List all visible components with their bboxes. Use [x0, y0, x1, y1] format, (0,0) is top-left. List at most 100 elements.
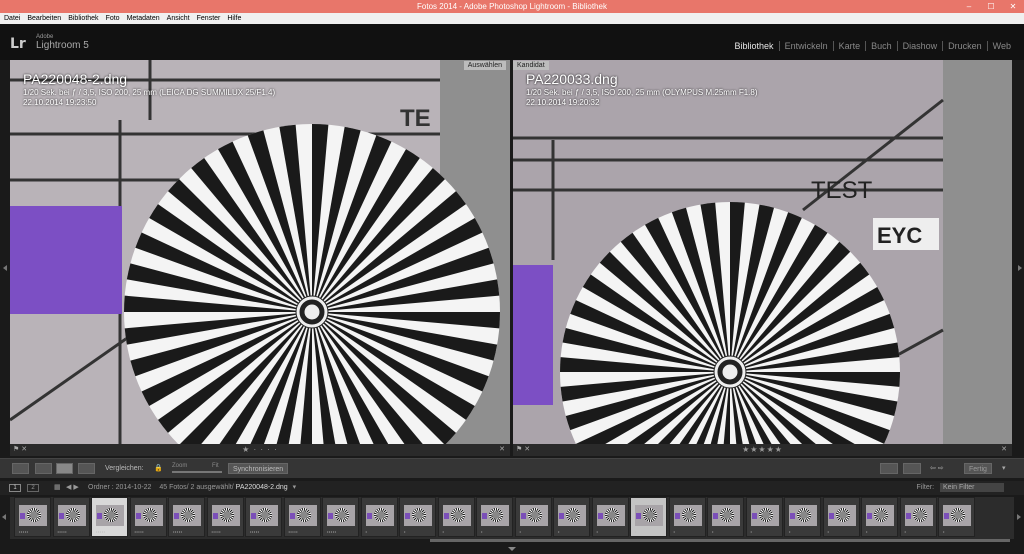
done-button[interactable]: Fertig	[964, 463, 992, 474]
filmstrip-thumbnail[interactable]: •	[668, 497, 706, 537]
filmstrip-thumbnail[interactable]: •	[514, 497, 552, 537]
filmstrip-thumbnail[interactable]: •	[707, 497, 744, 537]
filmstrip-right-arrow-icon[interactable]	[1017, 514, 1021, 520]
thumbnail-rating: •••••	[327, 529, 337, 534]
thumbnail-image	[481, 505, 509, 526]
lock-icon[interactable]: 🔒	[154, 463, 163, 474]
thumbnail-image	[57, 505, 86, 526]
close-icon[interactable]: ✕	[499, 445, 505, 453]
select-pane-footer: ⚑ ✕ ★ · · · · ✕	[10, 444, 510, 456]
monitor-1-button[interactable]: 1	[9, 484, 21, 492]
filmstrip-thumbnail[interactable]: •••••	[322, 497, 359, 537]
thumbnail-rating: •	[558, 529, 560, 534]
right-arrow-icon	[1018, 265, 1022, 271]
photo-datetime: 22.10.2014 19:23:50	[23, 98, 97, 107]
prev-arrow-icon[interactable]: ⇦ ⇨	[930, 463, 944, 474]
thumbnail-image	[558, 505, 586, 526]
grid-view-icon[interactable]	[12, 463, 29, 474]
filmstrip-thumbnail[interactable]: •••••	[245, 497, 282, 537]
menu-metadaten[interactable]: Metadaten	[127, 13, 160, 24]
filmstrip-thumbnail[interactable]: •	[437, 497, 475, 537]
thumbnail-image	[750, 505, 779, 526]
filmstrip-left-arrow-icon[interactable]	[2, 514, 6, 520]
filmstrip-thumbnail[interactable]: •	[360, 497, 398, 537]
source-dropdown-icon[interactable]: ▾	[293, 484, 297, 491]
survey-view-icon[interactable]	[78, 463, 95, 474]
menu-bearbeiten[interactable]: Bearbeiten	[27, 13, 61, 24]
right-panel-toggle[interactable]	[1014, 60, 1024, 460]
filmstrip-thumbnail[interactable]: •	[822, 497, 860, 537]
left-panel-toggle[interactable]	[0, 60, 10, 460]
filmstrip-thumbnail[interactable]: •	[591, 497, 629, 537]
filmstrip-thumbnail[interactable]: •••••	[52, 497, 90, 537]
folder-label[interactable]: Ordner : 2014-10-22	[88, 484, 151, 491]
test-chart-label: TE	[400, 105, 431, 132]
chevron-down-icon[interactable]: ▾	[1002, 463, 1006, 474]
minimize-button[interactable]: –	[958, 0, 980, 13]
grid-icon[interactable]: ▦	[54, 481, 61, 495]
menu-datei[interactable]: Datei	[4, 13, 20, 24]
bottom-panel-toggle-icon[interactable]	[508, 547, 516, 551]
window-title: Fotos 2014 - Adobe Photoshop Lightroom -…	[417, 2, 607, 11]
module-drucken[interactable]: Drucken	[942, 41, 987, 51]
filter-select[interactable]: Kein Filter	[940, 482, 1004, 492]
menu-ansicht[interactable]: Ansicht	[167, 13, 190, 24]
photo-exposure: 1/20 Sek. bei ƒ / 3,5, ISO 200, 25 mm (L…	[23, 88, 276, 97]
rating-stars[interactable]: ★ · · · ·	[10, 444, 510, 456]
menu-hilfe[interactable]: Hilfe	[227, 13, 241, 24]
menu-foto[interactable]: Foto	[106, 13, 120, 24]
back-arrow-icon[interactable]: ◀ ▶	[66, 481, 79, 495]
menu-bibliothek[interactable]: Bibliothek	[68, 13, 98, 24]
filmstrip-thumbnail[interactable]: •••••	[129, 497, 167, 537]
zoom-slider[interactable]	[172, 471, 222, 473]
thumbnail-image	[442, 505, 471, 526]
photo-info-overlay: PA220048-2.dng 1/20 Sek. bei ƒ / 3,5, IS…	[23, 70, 275, 108]
filmstrip[interactable]: ••••• ••••• ••••• ••••• ••••• ••••• ••••• •••••…	[10, 497, 1014, 539]
filmstrip-thumbnail[interactable]: •••••	[14, 497, 51, 537]
module-karte[interactable]: Karte	[832, 41, 866, 51]
filmstrip-thumbnail[interactable]: •	[399, 497, 436, 537]
filmstrip-thumbnail[interactable]: •••••	[91, 497, 128, 537]
filmstrip-thumbnail[interactable]: •••••	[283, 497, 321, 537]
compare-view-icon[interactable]	[56, 463, 73, 474]
filmstrip-thumbnail[interactable]: •	[861, 497, 898, 537]
filmstrip-thumbnail[interactable]: •	[938, 497, 975, 537]
thumbnail-image	[173, 505, 201, 526]
filmstrip-thumbnail[interactable]: •	[553, 497, 590, 537]
thumbnail-image	[673, 505, 702, 526]
filmstrip-thumbnail[interactable]: •	[476, 497, 513, 537]
thumbnail-rating: •	[712, 529, 714, 534]
thumbnail-rating: •	[750, 529, 753, 534]
module-bibliothek[interactable]: Bibliothek	[730, 41, 779, 51]
close-button[interactable]: ✕	[1002, 0, 1024, 13]
thumbnail-image	[365, 505, 394, 526]
eyc-label: EYC	[877, 223, 922, 248]
module-web[interactable]: Web	[986, 41, 1016, 51]
filmstrip-thumbnail[interactable]: •	[630, 497, 667, 537]
filmstrip-thumbnail[interactable]: •••••	[206, 497, 244, 537]
thumbnail-rating: •••••	[250, 529, 260, 534]
filmstrip-thumbnail[interactable]: •••••	[168, 497, 205, 537]
module-entwickeln[interactable]: Entwickeln	[778, 41, 833, 51]
module-buch[interactable]: Buch	[865, 41, 897, 51]
thumbnail-image	[19, 505, 47, 526]
select-photo-pane[interactable]: TE Auswählen PA220048-2.dng 1/20 Sek. be…	[10, 60, 510, 444]
loupe-view-icon[interactable]	[35, 463, 52, 474]
filmstrip-thumbnail[interactable]: •	[899, 497, 937, 537]
make-select-icon[interactable]	[903, 463, 921, 474]
close-icon[interactable]: ✕	[1001, 445, 1007, 453]
module-diashow[interactable]: Diashow	[896, 41, 943, 51]
menu-fenster[interactable]: Fenster	[197, 13, 221, 24]
thumbnail-rating: •••••	[19, 529, 29, 534]
filmstrip-thumbnail[interactable]: •	[745, 497, 783, 537]
swap-icon[interactable]	[880, 463, 898, 474]
filmstrip-scrollbar[interactable]	[430, 539, 1010, 542]
candidate-photo-pane[interactable]: TEST EYC Kandidat PA220033.dng 1/20 Sek.…	[513, 60, 1012, 444]
rating-stars[interactable]: ★★★★★	[513, 444, 1012, 456]
monitor-2-button[interactable]: 2	[27, 484, 39, 492]
toolbar: Vergleichen: 🔒 Zoom Fit Synchronisieren …	[0, 458, 1024, 478]
candidate-label: Kandidat	[513, 61, 549, 70]
maximize-button[interactable]: ☐	[980, 0, 1002, 13]
sync-button[interactable]: Synchronisieren	[228, 463, 289, 474]
filmstrip-thumbnail[interactable]: •	[784, 497, 821, 537]
